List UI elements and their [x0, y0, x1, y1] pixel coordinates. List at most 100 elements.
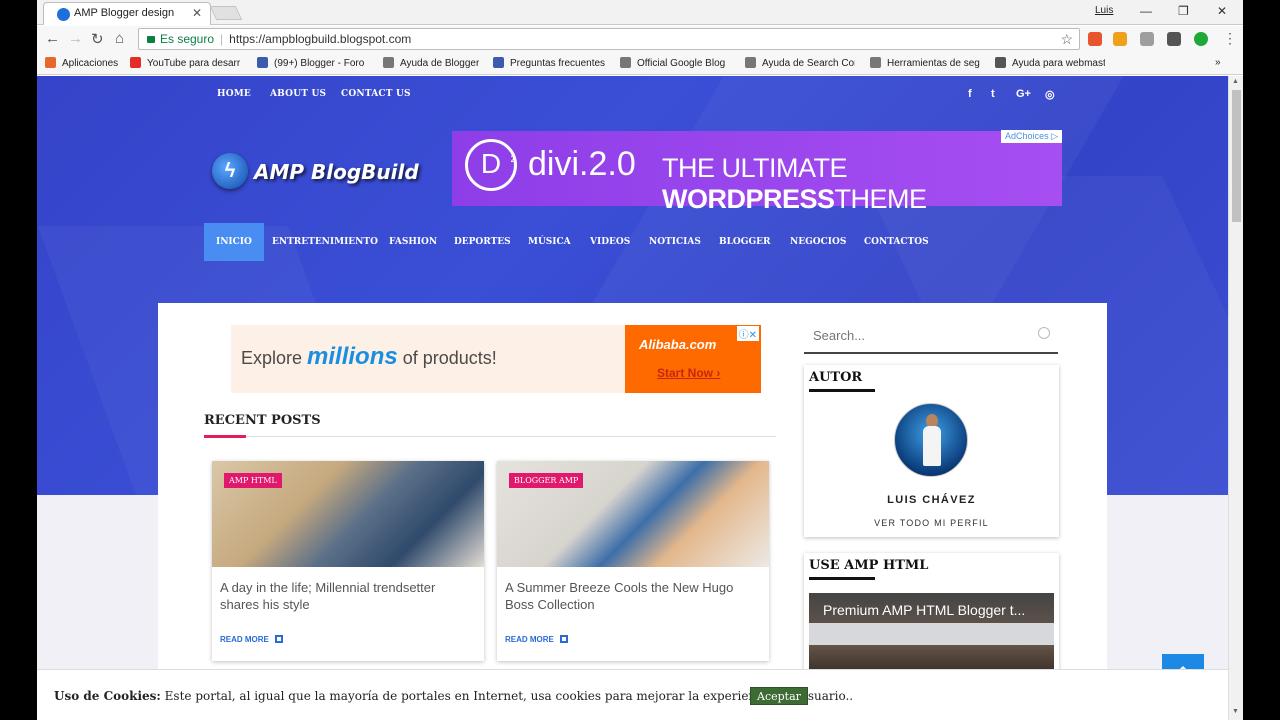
nav-blogger[interactable]: BLOGGER: [719, 223, 771, 261]
back-arrow-icon[interactable]: ←: [45, 30, 60, 47]
browser-window: AMP Blogger design ✕ Luis — ❐ ✕ ← → ↻ ⌂ …: [37, 0, 1243, 720]
instagram-icon[interactable]: ◎: [1045, 88, 1055, 101]
youtube-icon: [130, 57, 141, 68]
lightning-bolt-icon: ϟ: [212, 153, 248, 189]
widget-title-underline: [809, 577, 875, 580]
bookmark-item[interactable]: Aplicaciones: [45, 57, 125, 69]
cookie-message: Uso de Cookies: Este portal, al igual qu…: [54, 689, 853, 703]
divi-product-name: divi.2.0: [528, 145, 636, 183]
close-tab-icon[interactable]: ✕: [192, 6, 202, 20]
bookmark-label: YouTube para desarr: [147, 58, 241, 69]
video-embed[interactable]: Premium AMP HTML Blogger t...: [809, 593, 1054, 673]
start-now-link[interactable]: Start Now ›: [657, 366, 720, 380]
nav-about-link[interactable]: ABOUT US: [270, 89, 326, 99]
divi-tagline-post: THEME: [834, 184, 928, 214]
post-card[interactable]: AMP HTML A day in the life; Millennial t…: [212, 461, 484, 661]
bookmark-item[interactable]: Official Google Blog: [620, 57, 730, 69]
divi-badge-letter: D: [480, 148, 502, 179]
cookie-label: Uso de Cookies:: [54, 689, 161, 703]
extension-icon-1[interactable]: [1088, 32, 1102, 46]
widget-title-underline: [809, 389, 875, 392]
divi-badge-sup: 2: [510, 154, 516, 165]
search-input[interactable]: [804, 321, 1024, 349]
post-title[interactable]: A day in the life; Millennial trendsette…: [220, 579, 472, 613]
adchoices-badge[interactable]: AdChoices ▷: [1001, 130, 1062, 143]
cookie-bar: Uso de Cookies: Este portal, al igual qu…: [37, 669, 1228, 720]
page-scrollbar[interactable]: ▲ ▼: [1228, 76, 1243, 720]
forward-arrow-icon[interactable]: →: [68, 30, 83, 47]
view-profile-link[interactable]: VER TODO MI PERFIL: [804, 518, 1059, 528]
more-bookmarks-chevron-icon[interactable]: »: [1215, 57, 1221, 68]
facebook-icon[interactable]: f: [968, 88, 972, 100]
video-title[interactable]: Premium AMP HTML Blogger t...: [823, 602, 1025, 618]
divi-ad-banner[interactable]: D2 divi.2.0 THE ULTIMATE WORDPRESSTHEME …: [452, 130, 1062, 214]
extension-icon-2[interactable]: [1113, 32, 1127, 46]
ad-explore-pre: Explore: [241, 348, 308, 368]
author-name: LUIS CHÁVEZ: [887, 494, 976, 506]
nav-contact-link[interactable]: CONTACT US: [341, 89, 411, 99]
bookmark-star-icon[interactable]: ☆: [1060, 31, 1073, 48]
nav-entretenimiento[interactable]: ENTRETENIMIENTO: [272, 223, 378, 261]
bookmark-item[interactable]: Herramientas de seg: [870, 57, 982, 69]
nav-negocios[interactable]: NEGOCIOS: [790, 223, 846, 261]
twitter-icon[interactable]: t: [991, 88, 995, 100]
reload-icon[interactable]: ↻: [91, 30, 104, 48]
read-more-link[interactable]: READ MORE: [220, 635, 283, 644]
divi-logo-icon: D2: [465, 139, 517, 191]
read-more-label: READ MORE: [220, 635, 269, 644]
address-bar[interactable]: Es seguro | https://ampblogbuild.blogspot.…: [138, 28, 1080, 50]
power-extension-icon[interactable]: [1194, 32, 1208, 46]
bookmark-item[interactable]: Ayuda de Search Con: [745, 57, 855, 69]
nav-inicio[interactable]: INICIO: [204, 223, 264, 261]
search-box: [804, 321, 1058, 354]
nav-contactos[interactable]: CONTACTOS: [864, 223, 929, 261]
post-title[interactable]: A Summer Breeze Cools the New Hugo Boss …: [505, 579, 757, 613]
bookmark-item[interactable]: YouTube para desarr: [130, 57, 246, 69]
nav-musica[interactable]: MÚSICA: [528, 223, 571, 261]
profile-name[interactable]: Luis: [1095, 5, 1113, 16]
post-label[interactable]: BLOGGER AMP: [509, 473, 584, 488]
minimize-icon[interactable]: —: [1140, 4, 1152, 18]
accept-cookies-button[interactable]: Aceptar: [750, 687, 808, 705]
ad-explore-bold: millions: [307, 343, 398, 370]
nav-home-link[interactable]: HOME: [217, 89, 251, 99]
google-plus-icon[interactable]: G+: [1016, 88, 1031, 100]
new-tab-button[interactable]: [209, 6, 243, 20]
nav-noticias[interactable]: NOTICIAS: [649, 223, 701, 261]
bookmark-item[interactable]: Ayuda para webmast: [995, 57, 1105, 69]
alibaba-ad-banner[interactable]: Explore millions of products! Alibaba.co…: [231, 325, 761, 393]
video-preview-strip: [809, 623, 1054, 645]
restore-icon[interactable]: ❐: [1178, 4, 1189, 18]
close-window-icon[interactable]: ✕: [1217, 4, 1227, 18]
google-icon: [620, 57, 631, 68]
bookmark-item[interactable]: Ayuda de Blogger: [383, 57, 479, 69]
bookmark-item[interactable]: Preguntas frecuentes: [493, 57, 605, 69]
scrollbar-thumb[interactable]: [1232, 90, 1241, 222]
nav-videos[interactable]: VIDEOS: [590, 223, 630, 261]
scroll-up-arrow-icon[interactable]: ▲: [1232, 78, 1239, 85]
recent-posts-title: RECENT POSTS: [204, 413, 321, 428]
nav-deportes[interactable]: DEPORTES: [454, 223, 511, 261]
bookmarks-bar: Aplicaciones YouTube para desarr (99+) Blo…: [37, 52, 1243, 75]
menu-kebab-icon[interactable]: ⋮: [1223, 30, 1237, 47]
search-icon[interactable]: [1038, 327, 1050, 339]
scroll-down-arrow-icon[interactable]: ▼: [1232, 708, 1239, 715]
ad-explore-text: Explore millions of products!: [241, 343, 497, 371]
ad-close-icon[interactable]: ⓘ✕: [736, 326, 759, 341]
post-card[interactable]: BLOGGER AMP A Summer Breeze Cools the Ne…: [497, 461, 769, 661]
read-more-link[interactable]: READ MORE: [505, 635, 568, 644]
cast-extension-icon[interactable]: [1167, 32, 1181, 46]
avatar-figure: [923, 426, 941, 466]
bookmark-item[interactable]: (99+) Blogger - Foro: [257, 57, 369, 69]
home-icon[interactable]: ⌂: [115, 30, 124, 47]
nav-fashion[interactable]: FASHION: [389, 223, 437, 261]
security-label: Es seguro: [160, 32, 215, 46]
post-label[interactable]: AMP HTML: [224, 473, 282, 488]
browser-tab[interactable]: AMP Blogger design ✕: [43, 2, 211, 25]
site-logo[interactable]: ϟ AMP BlogBuild: [212, 153, 452, 189]
camera-extension-icon[interactable]: [1140, 32, 1154, 46]
avatar[interactable]: [894, 403, 968, 477]
bookmark-label: Official Google Blog: [637, 58, 726, 69]
divi-tagline-pre: THE ULTIMATE: [662, 153, 848, 183]
external-link-icon: [274, 635, 283, 643]
